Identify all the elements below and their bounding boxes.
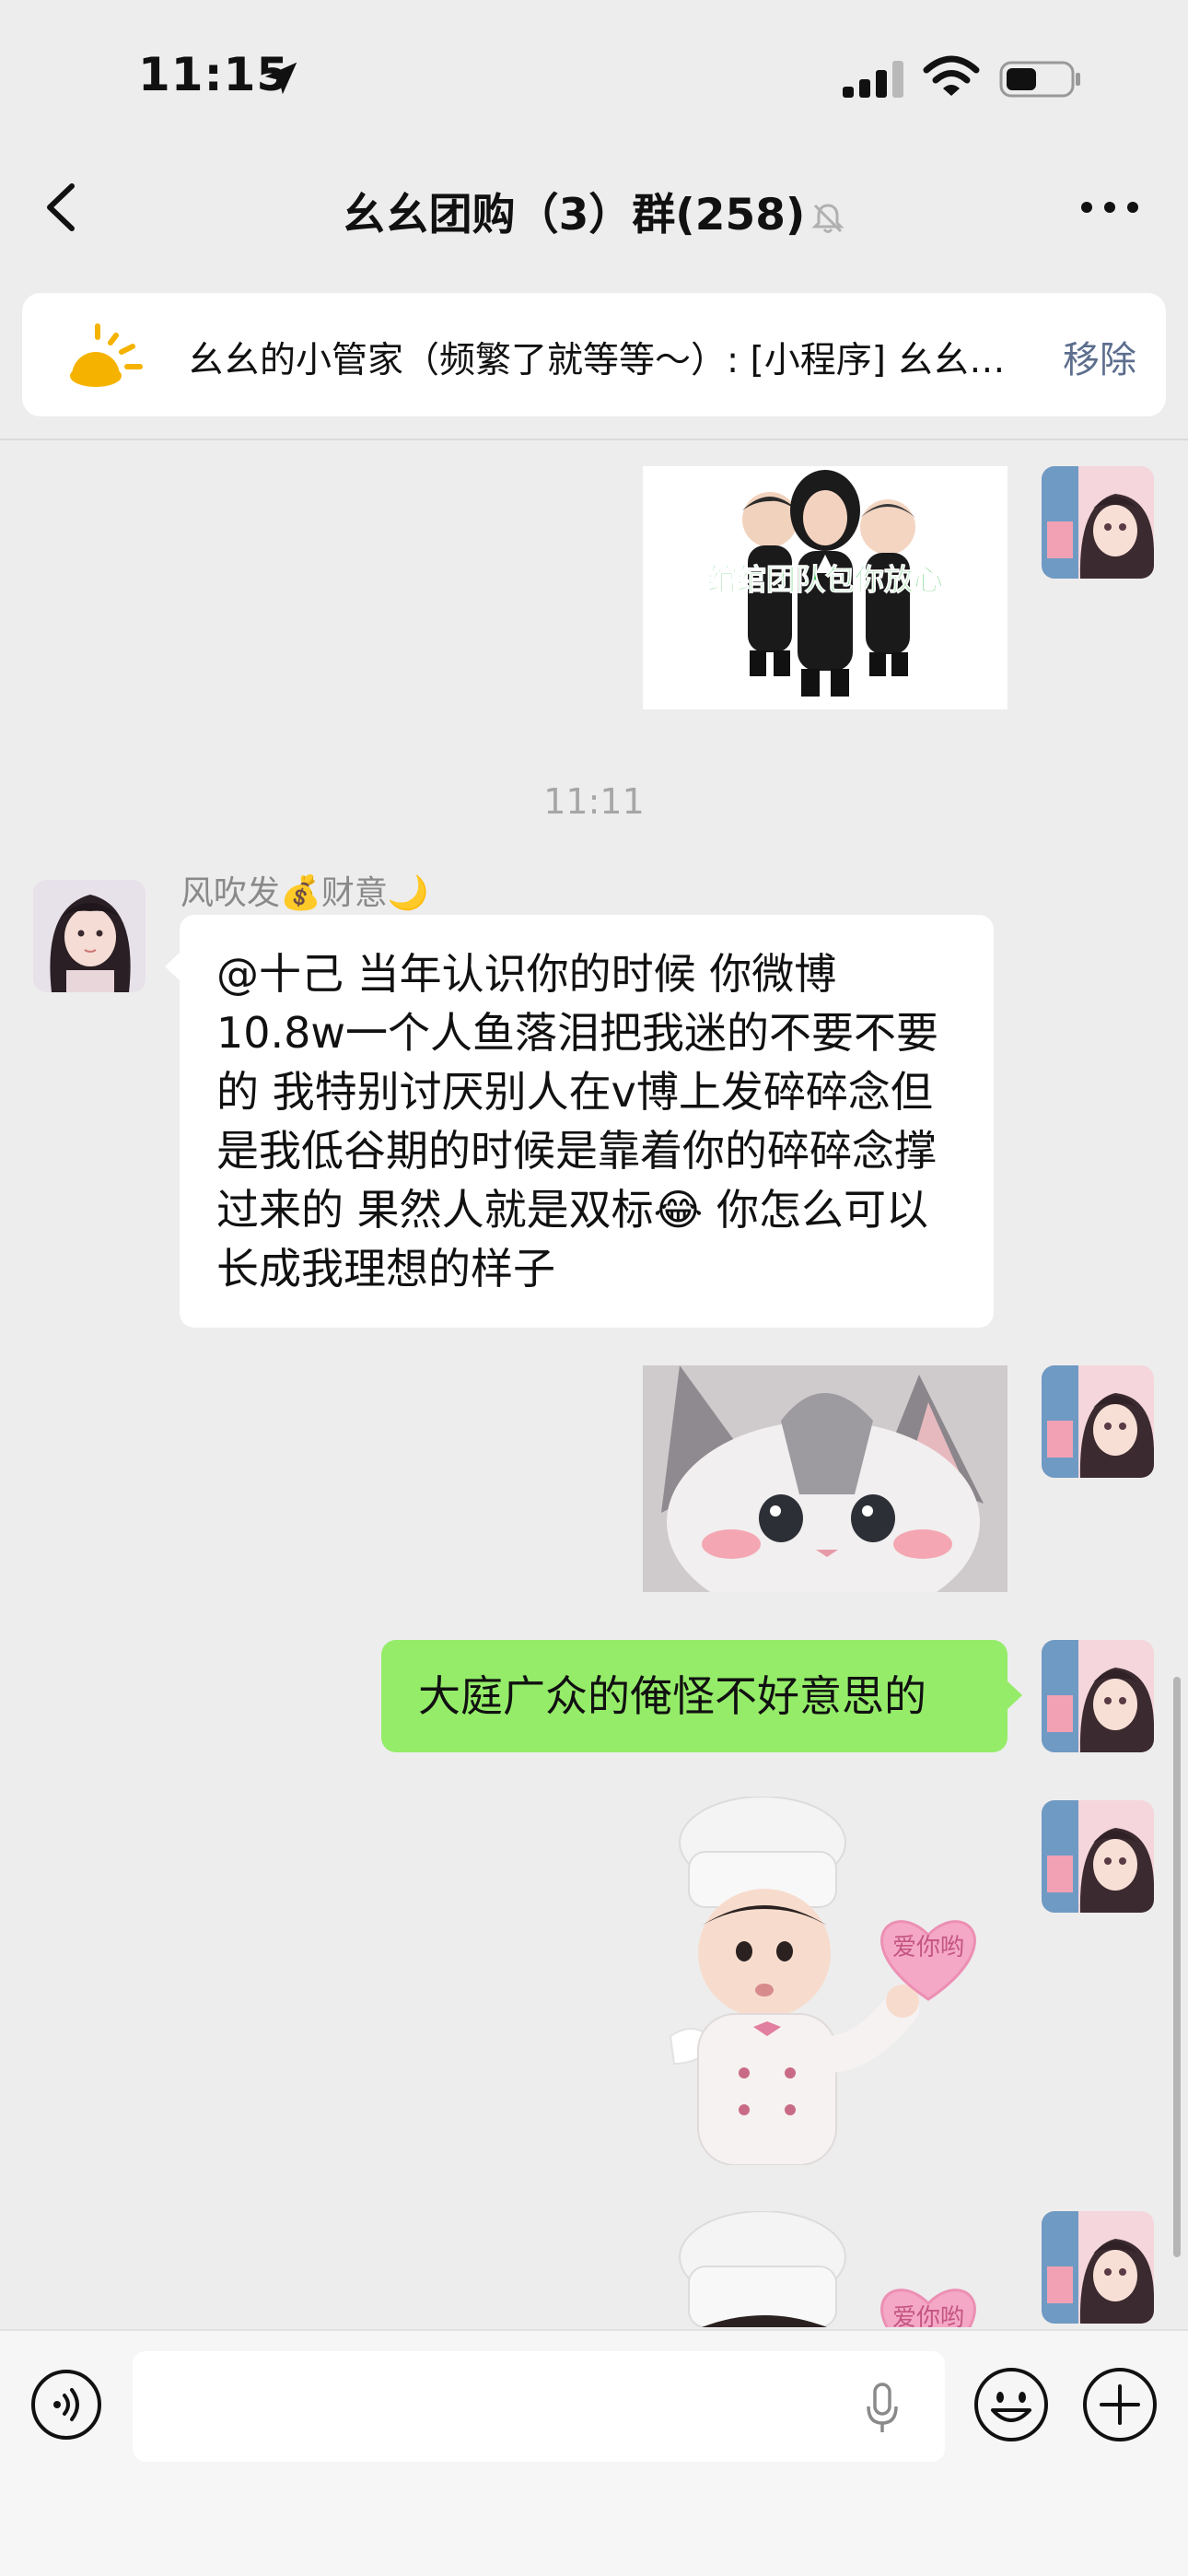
mute-bell-icon <box>811 203 845 233</box>
input-bar <box>0 2329 1188 2576</box>
voice-icon[interactable] <box>29 2368 103 2441</box>
battery-icon <box>999 61 1080 98</box>
incoming-text-bubble[interactable]: @十己 当年认识你的时候 你微博10.8w一个人鱼落泪把我迷的不要不要的 我特别… <box>165 915 994 1328</box>
outgoing-text-bubble[interactable]: 大庭广众的俺怪不好意思的 <box>381 1640 1022 1752</box>
message-input[interactable] <box>133 2351 945 2462</box>
self-avatar[interactable] <box>1042 1640 1154 1752</box>
message-timestamp: 11:11 <box>543 781 645 822</box>
team-sticker-image[interactable]: 绾绾团队包你放心 <box>643 466 1007 709</box>
more-dots-icon[interactable] <box>1077 193 1142 221</box>
status-bar: 11:15 <box>0 0 1188 157</box>
heart-sticker-text: 爱你哟 <box>892 1934 964 1961</box>
heart-sticker-text-2: 爱你哟 <box>892 2304 964 2327</box>
emoji-icon[interactable] <box>973 2366 1050 2443</box>
sun-icon <box>70 323 143 387</box>
self-avatar[interactable] <box>1042 1365 1154 1478</box>
wifi-icon <box>923 55 980 96</box>
team-sticker-caption: 绾绾团队包你放心 <box>707 562 943 597</box>
sender-name: 风吹发💰财意🌙 <box>181 874 429 912</box>
scrollbar[interactable] <box>1173 1677 1181 2257</box>
plus-icon[interactable] <box>1081 2366 1159 2443</box>
chef-baby-sticker-partial[interactable]: 爱你哟 <box>661 2211 1011 2327</box>
self-avatar[interactable] <box>1042 2211 1154 2324</box>
pinned-notice[interactable]: 幺幺的小管家（频繁了就等等～）: [小程序] 幺幺… 移除 <box>22 293 1166 416</box>
chat-title-text: 幺幺团购（3）群(258) <box>342 190 806 240</box>
self-avatar[interactable] <box>1042 466 1154 579</box>
chat-title: 幺幺团购（3）群(258) <box>0 179 1188 242</box>
notice-text: 幺幺的小管家（频繁了就等等～）: [小程序] 幺幺… <box>188 340 1006 381</box>
location-arrow-icon <box>264 62 297 95</box>
notice-remove-button[interactable]: 移除 <box>1063 330 1136 383</box>
sender-avatar[interactable] <box>33 880 146 992</box>
chef-baby-sticker[interactable]: 爱你哟 <box>661 1797 1011 2165</box>
chat-header: 幺幺团购（3）群(258) <box>0 157 1188 267</box>
header-divider <box>0 439 1188 440</box>
self-avatar[interactable] <box>1042 1800 1154 1913</box>
microphone-icon[interactable] <box>864 2383 901 2434</box>
signal-icon <box>843 61 903 98</box>
cat-image[interactable] <box>643 1365 1007 1592</box>
